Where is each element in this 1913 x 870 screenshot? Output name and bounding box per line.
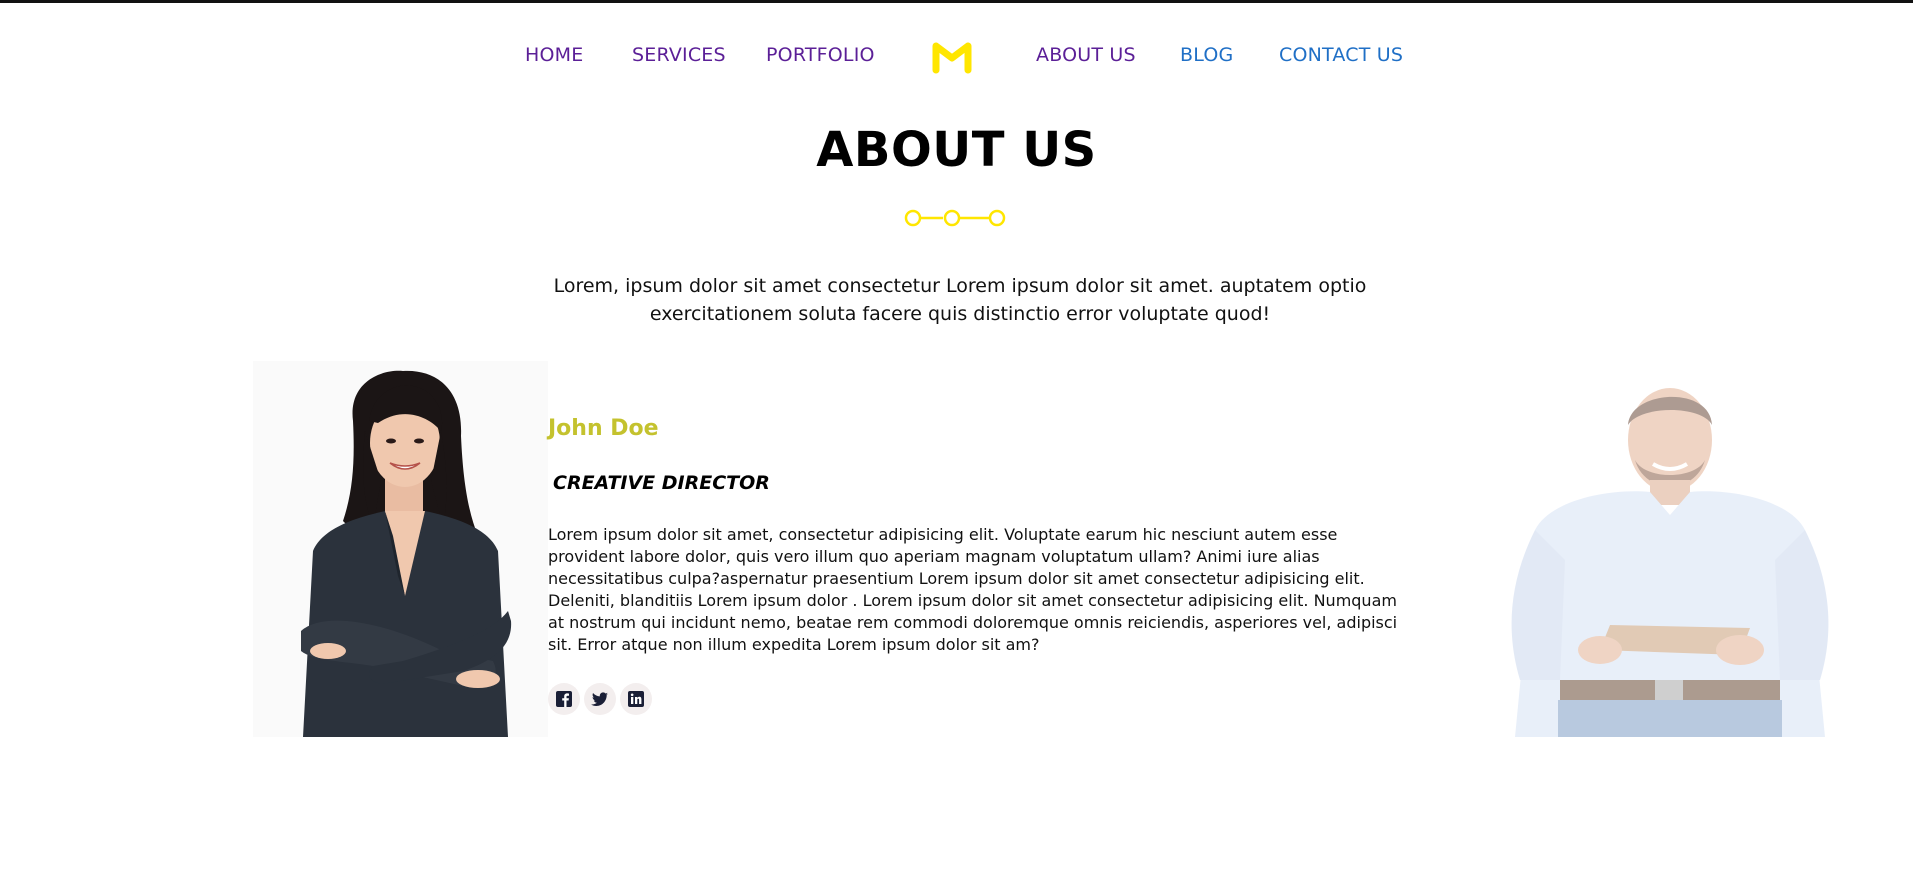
main-nav: HOME SERVICES PORTFOLIO ABOUT US BLOG CO… xyxy=(0,38,1913,78)
twitter-icon[interactable] xyxy=(584,683,616,715)
profile-role: CREATIVE DIRECTOR xyxy=(553,472,770,494)
intro-text: Lorem, ipsum dolor sit amet consectetur … xyxy=(553,275,1367,325)
m-logo-icon[interactable] xyxy=(932,38,972,78)
profile-photo-woman xyxy=(253,361,548,737)
page-title: ABOUT US xyxy=(816,122,1097,178)
profile-photo-man xyxy=(1440,380,1880,737)
nav-services[interactable]: SERVICES xyxy=(632,44,726,66)
nav-about-us[interactable]: ABOUT US xyxy=(1036,44,1136,66)
profile-name: John Doe xyxy=(548,416,659,441)
facebook-icon[interactable] xyxy=(548,683,580,715)
top-border xyxy=(0,0,1913,3)
nav-contact-us[interactable]: CONTACT US xyxy=(1279,44,1403,66)
linkedin-icon[interactable] xyxy=(620,683,652,715)
nav-portfolio[interactable]: PORTFOLIO xyxy=(766,44,875,66)
nav-blog[interactable]: BLOG xyxy=(1180,44,1233,66)
profile-bio: Lorem ipsum dolor sit amet, consectetur … xyxy=(548,525,1398,654)
three-circle-divider-icon xyxy=(903,206,1015,230)
nav-home[interactable]: HOME xyxy=(525,44,583,66)
